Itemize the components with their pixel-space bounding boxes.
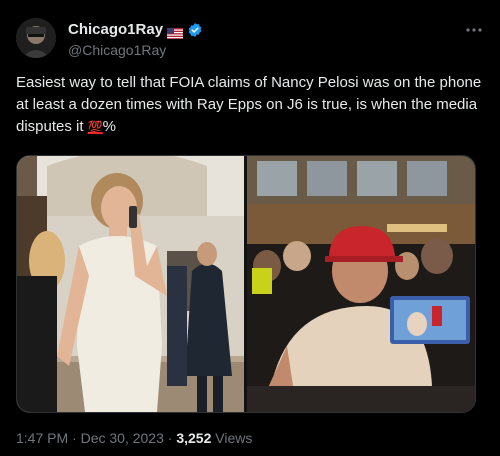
hundred-points-emoji: 💯 [87,120,103,134]
us-flag-icon [167,25,184,39]
tweet-body: Easiest way to tell that FOIA claims of … [16,74,482,135]
more-options-icon[interactable] [464,20,484,40]
tweet-meta: 1:47 PM · Dec 30, 2023 · 3,252 Views [16,428,252,448]
verified-badge-icon[interactable] [187,22,203,38]
tweet-text-tail: % [102,118,117,135]
user-names: Chicago1Ray @Chicago1Ray [68,20,203,60]
meta-separator-2: · [167,430,173,446]
photo-ray-epps-crowd[interactable] [247,156,475,412]
tweet-date[interactable]: Dec 30, 2023 [81,430,164,446]
photo-pelosi-phone[interactable] [17,156,244,412]
views-label: Views [215,430,253,446]
avatar[interactable] [16,18,56,58]
tweet-card: Chicago1Ray @Chicago1Ray Easiest way to … [0,0,500,456]
media-grid [16,155,476,413]
tweet-header: Chicago1Ray @Chicago1Ray [16,18,484,62]
views-count: 3,252 [176,430,212,446]
user-handle[interactable]: @Chicago1Ray [68,40,203,60]
tweet-text: Easiest way to tell that FOIA claims of … [16,72,484,138]
tweet-time[interactable]: 1:47 PM [16,430,68,446]
display-name[interactable]: Chicago1Ray [68,20,163,40]
display-name-row[interactable]: Chicago1Ray [68,20,203,40]
meta-separator-1: · [72,430,77,446]
